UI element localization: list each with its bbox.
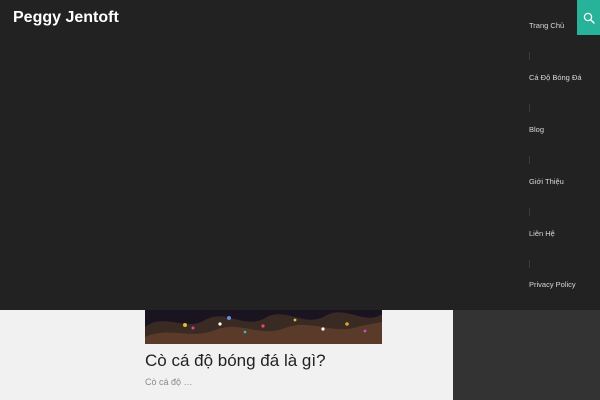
nav-item-ca-do-bong-da[interactable]: Cá Độ Bóng Đá (529, 73, 599, 82)
search-button[interactable] (577, 0, 600, 35)
nav-item-gioi-thieu[interactable]: Giới Thiệu (529, 177, 599, 186)
nav-item-blog[interactable]: Blog (529, 125, 599, 134)
nav-divider (529, 52, 530, 60)
nav-item-lien-he[interactable]: Liên Hệ (529, 229, 599, 238)
post-title-link[interactable]: Cò cá độ bóng đá là gì? (145, 351, 445, 371)
nav-item-privacy-policy[interactable]: Privacy Policy (529, 280, 599, 289)
nav-divider (529, 260, 530, 268)
nav-divider (529, 104, 530, 112)
search-icon (583, 12, 595, 24)
post-excerpt: Cò cá độ … (145, 377, 193, 387)
header-panel: Peggy Jentoft Trang Chủ Cá Độ Bóng Đá Bl… (0, 0, 600, 310)
main-navigation: Trang Chủ Cá Độ Bóng Đá Blog Giới Thiệu … (529, 0, 600, 310)
nav-divider (529, 156, 530, 164)
site-title[interactable]: Peggy Jentoft (13, 9, 119, 27)
nav-divider (529, 208, 530, 216)
